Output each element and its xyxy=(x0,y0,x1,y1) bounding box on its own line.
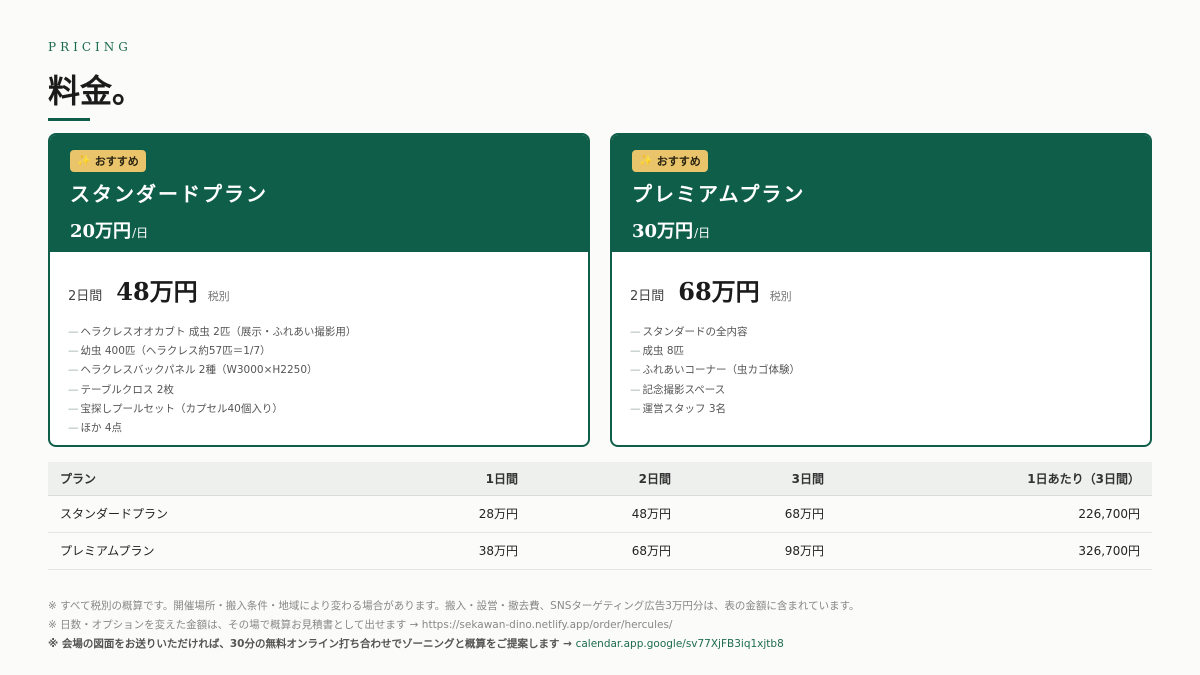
table-row: プレミアムプラン 38万円 68万円 98万円 326,700円 xyxy=(48,532,1152,570)
pricing-table: プラン 1日間 2日間 3日間 1日あたり（3日間） スタンダードプラン 28万… xyxy=(48,462,1152,570)
footnotes: ※ すべて税別の概算です。開催場所・搬入条件・地域により変わる場合があります。搬… xyxy=(48,597,1158,654)
title-underline xyxy=(48,118,90,121)
feature-item: — 記念撮影スペース xyxy=(630,383,726,396)
column-header-3day: 3日間 xyxy=(683,462,836,496)
table-cell: 326,700円 xyxy=(836,532,1152,570)
plan-card-header: ✨ おすすめ スタンダードプラン 20万円/日 xyxy=(50,135,588,252)
table-cell: 48万円 xyxy=(530,495,683,533)
footnote-consultation: ※ 会場の図面をお送りいただければ、30分の無料オンライン打ち合わせでゾーニング… xyxy=(48,638,784,650)
table-cell: 38万円 xyxy=(378,532,530,570)
package-duration: 2日間 xyxy=(630,289,665,304)
feature-item: — ヘラクレスバックパネル 2種（W3000×H2250） xyxy=(68,364,318,377)
plan-card-header: ✨ おすすめ プレミアムプラン 30万円/日 xyxy=(612,135,1150,252)
plan-card-body: 2日間 48万円 税別 — ヘラクレスオオカブト 成虫 2匹（展示・ふれあい撮影用… xyxy=(50,252,588,438)
column-header-plan: プラン xyxy=(48,462,378,496)
package-price: 48万円 xyxy=(116,277,198,306)
feature-item: — スタンダードの全内容 xyxy=(630,326,748,338)
feature-list: — スタンダードの全内容 — 成虫 8匹 — ふれあいコーナー（虫カゴ体験） — 記念撮… xyxy=(630,323,1130,419)
plan-name: スタンダードプラン xyxy=(70,181,268,206)
order-link[interactable]: https://sekawan-dino.netlify.app/order/h… xyxy=(422,619,673,631)
day-price-unit: /日 xyxy=(694,225,711,240)
column-header-1day: 1日間 xyxy=(378,462,530,496)
star-icon: ✨ xyxy=(639,154,653,167)
footnote-estimate: ※ 日数・オプションを変えた金額は、その場で概算お見積書として出せます → ht… xyxy=(48,619,673,631)
table-header-row: プラン 1日間 2日間 3日間 1日あたり（3日間） xyxy=(48,462,1152,496)
feature-item: — ほか 4点 xyxy=(68,422,123,435)
day-price-value: 20万円 xyxy=(70,220,132,242)
day-price-value: 30万円 xyxy=(632,220,694,242)
recommended-badge: ✨ おすすめ xyxy=(632,149,708,172)
feature-item: — 運営スタッフ 3名 xyxy=(630,402,727,415)
table-cell: 68万円 xyxy=(530,532,683,570)
column-header-2day: 2日間 xyxy=(530,462,683,496)
package-price: 68万円 xyxy=(678,277,760,306)
plan-day-price: 30万円/日 xyxy=(632,217,1130,243)
section-eyebrow: PRICING xyxy=(48,40,132,54)
page-title: 料金。 xyxy=(48,72,145,110)
tax-note: 税別 xyxy=(769,290,792,303)
star-icon: ✨ xyxy=(77,154,91,167)
table-cell: 28万円 xyxy=(378,495,530,533)
badge-label: おすすめ xyxy=(656,154,701,168)
recommended-badge: ✨ おすすめ xyxy=(70,149,146,172)
feature-list: — ヘラクレスオオカブト 成虫 2匹（展示・ふれあい撮影用） — 幼虫 400匹（ヘ… xyxy=(68,323,568,438)
table-row: スタンダードプラン 28万円 48万円 68万円 226,700円 xyxy=(48,495,1152,533)
table-cell: スタンダードプラン xyxy=(48,495,378,533)
feature-item: — 成虫 8匹 xyxy=(630,345,685,358)
feature-item: — 宝探しプールセット（カプセル40個入り） xyxy=(68,402,283,415)
package-price-line: 2日間 48万円 税別 xyxy=(68,272,568,307)
feature-item: — テーブルクロス 2枚 xyxy=(68,383,174,396)
feature-item: — ヘラクレスオオカブト 成虫 2匹（展示・ふれあい撮影用） xyxy=(68,326,357,338)
day-price-unit: /日 xyxy=(132,225,149,240)
package-duration: 2日間 xyxy=(68,289,103,304)
plan-day-price: 20万円/日 xyxy=(70,217,568,243)
package-price-line: 2日間 68万円 税別 xyxy=(630,272,1130,307)
table-cell: プレミアムプラン xyxy=(48,532,378,570)
plan-card-body: 2日間 68万円 税別 — スタンダードの全内容 — 成虫 8匹 — ふれあいコーナー… xyxy=(612,252,1150,419)
calendar-link[interactable]: calendar.app.google/sv77XjFB3iq1xjtb8 xyxy=(576,638,784,650)
tax-note: 税別 xyxy=(207,290,230,303)
table-cell: 226,700円 xyxy=(836,495,1152,533)
plan-name: プレミアムプラン xyxy=(632,181,806,206)
feature-item: — 幼虫 400匹（ヘラクレス約57匹＝1/7） xyxy=(68,345,271,358)
footnote-tax: ※ すべて税別の概算です。開催場所・搬入条件・地域により変わる場合があります。搬… xyxy=(48,600,860,612)
table-cell: 98万円 xyxy=(683,532,836,570)
feature-item: — ふれあいコーナー（虫カゴ体験） xyxy=(630,364,800,377)
column-header-per-day: 1日あたり（3日間） xyxy=(836,462,1152,496)
plan-card-standard: ✨ おすすめ スタンダードプラン 20万円/日 2日間 48万円 税別 — ヘラク… xyxy=(48,133,590,447)
table-cell: 68万円 xyxy=(683,495,836,533)
badge-label: おすすめ xyxy=(94,154,139,168)
plan-card-premium: ✨ おすすめ プレミアムプラン 30万円/日 2日間 68万円 税別 — スタンダ… xyxy=(610,133,1152,447)
